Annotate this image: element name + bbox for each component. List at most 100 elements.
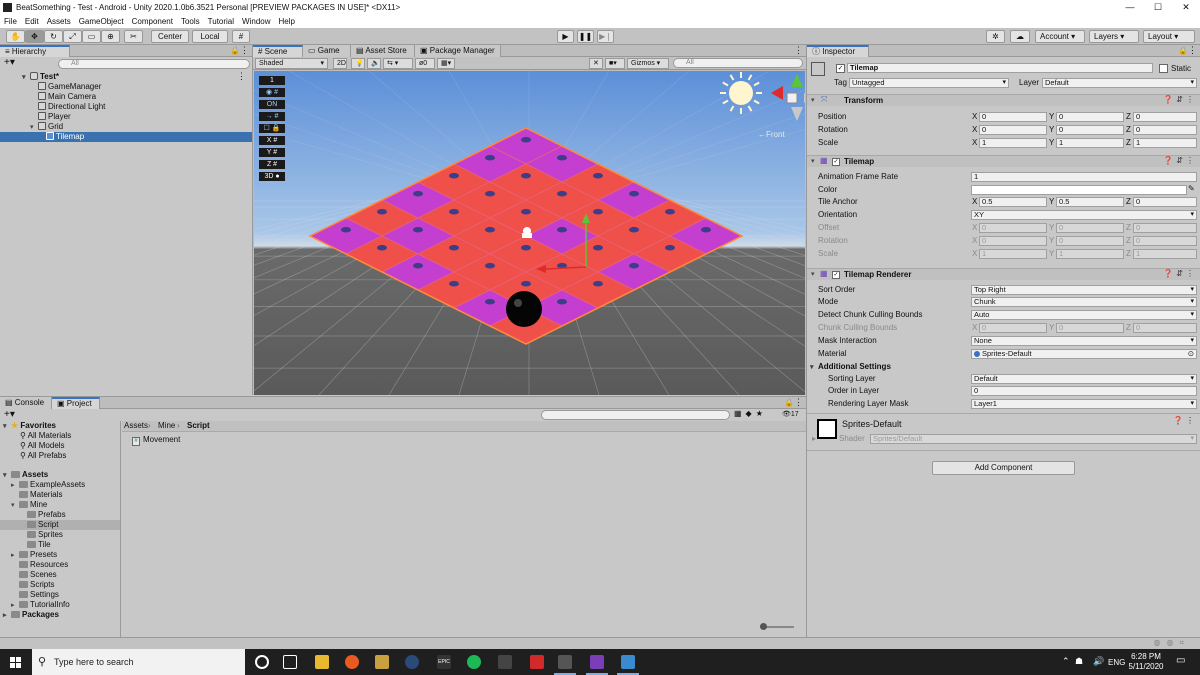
packages-folder[interactable]: ▸ Packages — [3, 610, 59, 620]
maximize-button[interactable]: ☐ — [1144, 0, 1172, 14]
unity-hub-icon[interactable] — [617, 655, 639, 675]
transform-z-field[interactable]: 0 — [1133, 125, 1197, 135]
panel-menu-icon[interactable]: ⋮ — [240, 45, 249, 56]
breadcrumb-script[interactable]: Script — [187, 421, 210, 431]
scale-tool-icon[interactable]: ⤢ — [63, 30, 82, 43]
hand-tool-icon[interactable]: ✋ — [6, 30, 25, 43]
grid-snap-icon[interactable]: # — [232, 30, 250, 43]
lock-icon[interactable]: 🔒 — [1178, 46, 1188, 55]
lock-icon[interactable]: 🔒 — [784, 398, 794, 407]
color-field[interactable] — [971, 185, 1187, 195]
sorting-layer-dropdown[interactable]: Default — [971, 374, 1197, 384]
transform-x-field[interactable]: 0 — [979, 125, 1047, 135]
shader-dropdown[interactable]: Sprites/Default — [870, 434, 1197, 444]
favorite-item[interactable]: ⚲ All Models — [20, 441, 65, 451]
panel-menu-icon[interactable]: ⋮ — [794, 397, 803, 408]
overlay-button[interactable]: → # — [259, 112, 285, 121]
folder-item[interactable]: Materials — [19, 490, 62, 500]
hierarchy-item-selected[interactable]: Tilemap — [0, 132, 252, 142]
transform-y-field[interactable]: 0 — [1056, 125, 1124, 135]
tile-anchor-x-field[interactable]: 0.5 — [979, 197, 1047, 207]
add-icon[interactable]: +▾ — [4, 58, 15, 68]
hierarchy-item[interactable]: ▾ Grid — [30, 122, 63, 132]
camera-icon[interactable]: ■▾ — [605, 58, 625, 69]
panel-menu-icon[interactable]: ⋮ — [1188, 45, 1197, 56]
hierarchy-item[interactable]: Directional Light — [38, 102, 105, 112]
app-icon[interactable] — [530, 655, 544, 669]
material-menu-icons[interactable]: ❓⋮ — [1173, 416, 1197, 425]
tray-chevron-icon[interactable]: ⌃ — [1062, 656, 1070, 667]
static-checkbox[interactable] — [1159, 64, 1168, 73]
player-sphere[interactable] — [506, 291, 542, 327]
menu-component[interactable]: Component — [132, 17, 173, 26]
folder-item[interactable]: Resources — [19, 560, 68, 570]
anim-frame-rate-field[interactable]: 1 — [971, 172, 1197, 182]
renderer-enabled-checkbox[interactable]: ✓ — [832, 271, 840, 279]
notifications-icon[interactable]: ▭ — [1176, 655, 1185, 666]
status-icons[interactable]: ◍◍⌗ — [1154, 638, 1190, 648]
overlay-button[interactable]: 3D ● — [259, 172, 285, 181]
effects-icon[interactable]: ⇆ ▾ — [383, 58, 413, 69]
scene-search-input[interactable]: All — [673, 58, 803, 68]
tilemap-renderer-header[interactable]: ▾ ▦ ✓ Tilemap Renderer ❓⇵⋮ — [807, 268, 1200, 280]
tile-anchor-y-field[interactable]: 0.5 — [1056, 197, 1124, 207]
file-explorer-icon[interactable] — [315, 655, 329, 669]
transform-z-field[interactable]: 1 — [1133, 138, 1197, 148]
folder-item[interactable]: Scripts — [19, 580, 54, 590]
menu-tools[interactable]: Tools — [181, 17, 200, 26]
layers-dropdown[interactable]: Layers ▾ — [1089, 30, 1139, 43]
rendering-layer-mask-dropdown[interactable]: Layer1 — [971, 399, 1197, 409]
taskbar-search-input[interactable]: ⚲ Type here to search — [32, 649, 245, 675]
folder-item-selected[interactable]: Script — [0, 520, 120, 530]
scene-menu-icon[interactable]: ⋮ — [237, 71, 246, 82]
hidden-packages-count[interactable]: 👁17 — [782, 410, 799, 418]
play-button[interactable]: ▶ — [557, 30, 574, 43]
transform-z-field[interactable]: 0 — [1133, 112, 1197, 122]
step-button[interactable]: ▶❘ — [597, 30, 614, 43]
grid-toggle-icon[interactable]: ▦▾ — [437, 58, 455, 69]
transform-tool-icon[interactable]: ⊕ — [101, 30, 120, 43]
folder-item[interactable]: Prefabs — [27, 510, 66, 520]
favorite-item[interactable]: ⚲ All Materials — [20, 431, 71, 441]
task-view-icon[interactable] — [283, 655, 297, 669]
tab-package-manager[interactable]: ▣ Package Manager — [415, 45, 501, 57]
menu-edit[interactable]: Edit — [25, 17, 39, 26]
folder-item[interactable]: Tile — [27, 540, 51, 550]
transform-header[interactable]: ▾ ⤧ Transform ❓⇵⋮ — [807, 94, 1200, 106]
steam-icon[interactable] — [405, 655, 419, 669]
zoom-slider-handle[interactable] — [760, 623, 767, 630]
panel-menu-icon[interactable]: ⋮ — [794, 45, 803, 56]
folder-item[interactable]: Scenes — [19, 570, 57, 580]
script-file-item[interactable]: # Movement — [132, 435, 180, 446]
menu-window[interactable]: Window — [242, 17, 270, 26]
hierarchy-item[interactable]: GameManager — [38, 82, 101, 92]
project-search-input[interactable] — [541, 410, 730, 420]
filter-icons[interactable]: ▦◆★ — [734, 409, 767, 418]
breadcrumb-mine[interactable]: Mine — [158, 421, 175, 431]
pause-button[interactable]: ❚❚ — [577, 30, 594, 43]
eyedropper-icon[interactable]: ✎ — [1188, 184, 1195, 193]
overlay-button[interactable]: ◉ # — [259, 88, 285, 97]
tab-scene[interactable]: # Scene — [253, 45, 303, 57]
mode-2d-button[interactable]: 2D — [333, 58, 347, 69]
menu-assets[interactable]: Assets — [47, 17, 71, 26]
tilemap-header[interactable]: ▾ ▦ ✓ Tilemap ❓⇵⋮ — [807, 155, 1200, 167]
layout-dropdown[interactable]: Layout ▾ — [1143, 30, 1195, 43]
breadcrumb-assets[interactable]: Assets — [124, 421, 148, 431]
tile-anchor-z-field[interactable]: 0 — [1133, 197, 1197, 207]
overlay-button[interactable]: Z # — [259, 160, 285, 169]
sort-order-dropdown[interactable]: Top Right — [971, 285, 1197, 295]
tab-game[interactable]: ▭ Game — [303, 45, 351, 57]
visual-studio-icon[interactable] — [586, 655, 608, 675]
transform-y-field[interactable]: 1 — [1056, 138, 1124, 148]
menu-tutorial[interactable]: Tutorial — [208, 17, 234, 26]
custom-tool-icon[interactable]: ✂ — [124, 30, 143, 43]
menu-help[interactable]: Help — [279, 17, 295, 26]
epic-games-icon[interactable]: EPIC — [437, 655, 451, 669]
network-icon[interactable]: ☗ — [1075, 656, 1083, 667]
cloud-icon[interactable]: ☁ — [1010, 30, 1030, 43]
cortana-icon[interactable] — [255, 655, 269, 669]
menu-file[interactable]: File — [4, 17, 17, 26]
add-component-button[interactable]: Add Component — [932, 461, 1075, 475]
hidden-count[interactable]: ø0 — [415, 58, 435, 69]
